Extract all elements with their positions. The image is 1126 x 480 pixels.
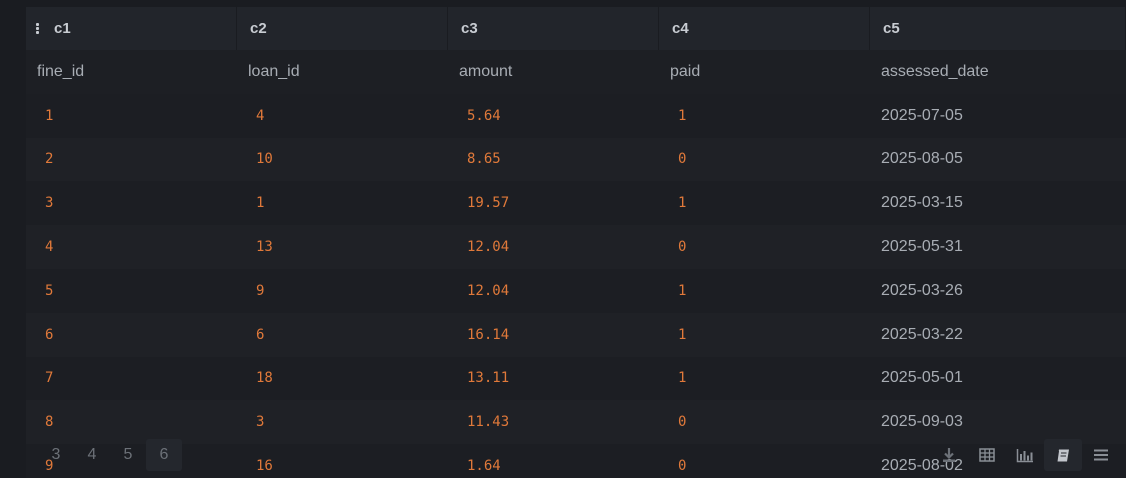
table-cell: 1 xyxy=(678,282,687,299)
table-row[interactable]: 3 1 19.57 1 2025-03-15 xyxy=(26,181,1126,226)
table-cell: 4 xyxy=(45,239,54,256)
table-cell: 7 xyxy=(45,370,54,387)
page-button-4[interactable]: 4 xyxy=(74,439,110,471)
table-cell: 11.43 xyxy=(467,414,510,431)
table-cell: 2025-05-31 xyxy=(881,238,963,256)
column-header-label: c1 xyxy=(54,20,71,37)
table-cell: 0 xyxy=(678,151,687,168)
page-button-5[interactable]: 5 xyxy=(110,439,146,471)
column-header-c2[interactable]: c2 xyxy=(237,7,448,50)
table-cell: 6 xyxy=(256,326,265,343)
table-cell: 9 xyxy=(256,282,265,299)
table-cell: 2025-07-05 xyxy=(881,106,963,124)
table-cell: 2025-03-26 xyxy=(881,281,963,299)
column-name-cell: fine_id xyxy=(37,62,85,80)
table-cell: 2025-08-05 xyxy=(881,150,963,168)
table-row[interactable]: 4 13 12.04 0 2025-05-31 xyxy=(26,225,1126,269)
menu-icon xyxy=(1094,449,1108,461)
table-cell: 12.04 xyxy=(467,282,510,299)
table-cell: 6 xyxy=(45,326,54,343)
table-cell: 8 xyxy=(45,414,54,431)
table-cell: 2 xyxy=(45,151,54,168)
column-header-c3[interactable]: c3 xyxy=(448,7,659,50)
table-body: 1 4 5.64 1 2025-07-05 2 10 8.65 0 2025-0… xyxy=(26,93,1126,478)
column-header-c1[interactable]: c1 xyxy=(26,7,237,50)
notebook-view-button[interactable] xyxy=(1044,439,1082,471)
table-cell: 8.65 xyxy=(467,151,501,168)
results-toolbar xyxy=(930,438,1120,472)
column-header-label: c4 xyxy=(672,20,689,37)
table-row[interactable]: 5 9 12.04 1 2025-03-26 xyxy=(26,268,1126,313)
table-cell: 0 xyxy=(678,458,687,475)
table-cell: 13.11 xyxy=(467,370,510,387)
table-cell: 10 xyxy=(256,151,273,168)
query-results-panel: c1 c2 c3 c4 c5 fine_id loan_id amount pa… xyxy=(0,0,1126,478)
table-cell: 4 xyxy=(256,107,265,124)
download-icon xyxy=(943,448,955,462)
table-cell: 13 xyxy=(256,239,273,256)
download-button[interactable] xyxy=(930,439,968,471)
table-cell: 1 xyxy=(678,370,687,387)
table-header-row: c1 c2 c3 c4 c5 xyxy=(26,7,1126,50)
column-name-cell: amount xyxy=(459,62,513,80)
column-name-cell: paid xyxy=(670,62,701,80)
table-row[interactable]: 7 18 13.11 1 2025-05-01 xyxy=(26,356,1126,401)
table-cell: 5 xyxy=(45,282,54,299)
table-icon xyxy=(979,448,995,462)
table-cell: 16.14 xyxy=(467,326,510,343)
page-button-3[interactable]: 3 xyxy=(38,439,74,471)
table-row[interactable]: 2 10 8.65 0 2025-08-05 xyxy=(26,137,1126,182)
table-view-button[interactable] xyxy=(968,439,1006,471)
notebook-icon xyxy=(1056,449,1069,462)
table-cell: 19.57 xyxy=(467,195,510,212)
table-cell: 3 xyxy=(256,414,265,431)
table-row[interactable]: 1 4 5.64 1 2025-07-05 xyxy=(26,93,1126,138)
table-cell: 0 xyxy=(678,414,687,431)
table-cell: 3 xyxy=(45,195,54,212)
table-cell: 0 xyxy=(678,239,687,256)
table-cell: 1.64 xyxy=(467,458,501,475)
column-header-label: c3 xyxy=(461,20,478,37)
table-cell: 5.64 xyxy=(467,107,501,124)
column-names-row: fine_id loan_id amount paid assessed_dat… xyxy=(26,50,1126,94)
table-cell: 2025-09-03 xyxy=(881,413,963,431)
column-header-label: c2 xyxy=(250,20,267,37)
table-cell: 16 xyxy=(256,458,273,475)
table-cell: 2025-03-15 xyxy=(881,194,963,212)
table-cell: 2025-03-22 xyxy=(881,325,963,343)
pagination: 3 4 5 6 xyxy=(38,438,182,472)
table-cell: 1 xyxy=(45,107,54,124)
table-row[interactable]: 6 6 16.14 1 2025-03-22 xyxy=(26,312,1126,357)
table-cell: 1 xyxy=(678,107,687,124)
page-button-6[interactable]: 6 xyxy=(146,439,182,471)
column-menu-icon[interactable] xyxy=(36,23,40,34)
menu-button[interactable] xyxy=(1082,439,1120,471)
table-cell: 2025-05-01 xyxy=(881,369,963,387)
table-cell: 18 xyxy=(256,370,273,387)
table-cell: 1 xyxy=(678,326,687,343)
results-table: c1 c2 c3 c4 c5 fine_id loan_id amount pa… xyxy=(26,7,1126,478)
column-header-c5[interactable]: c5 xyxy=(870,7,1126,50)
column-name-cell: loan_id xyxy=(248,62,300,80)
column-header-c4[interactable]: c4 xyxy=(659,7,870,50)
table-cell: 1 xyxy=(256,195,265,212)
column-name-cell: assessed_date xyxy=(881,62,989,80)
chart-view-button[interactable] xyxy=(1006,439,1044,471)
table-cell: 1 xyxy=(678,195,687,212)
column-header-label: c5 xyxy=(883,20,900,37)
bar-chart-icon xyxy=(1016,448,1033,462)
table-cell: 12.04 xyxy=(467,239,510,256)
